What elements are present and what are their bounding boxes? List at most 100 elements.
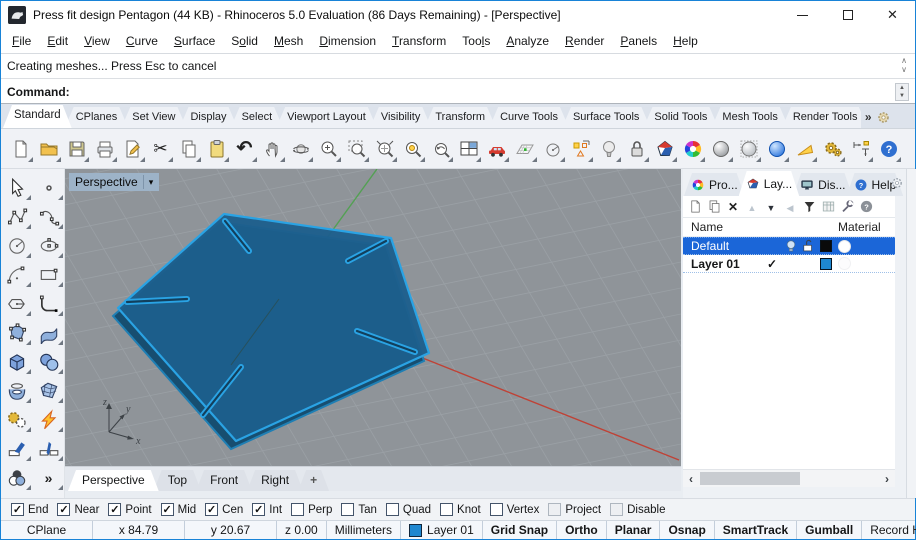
toolbar-tab[interactable]: Visibility <box>370 107 432 128</box>
status-pane[interactable]: y 20.67 <box>185 521 277 539</box>
scroll-right-icon[interactable]: › <box>879 472 895 486</box>
toolbar-button[interactable] <box>428 134 453 164</box>
sidebar-tool[interactable] <box>2 435 31 463</box>
layers-toolbar-button[interactable]: ? <box>857 197 875 216</box>
layers-toolbar-button[interactable]: ◀ <box>781 197 799 216</box>
toolbar-button[interactable] <box>176 134 201 164</box>
menu-item[interactable]: Dimension <box>311 31 384 51</box>
status-pane[interactable]: Gumball <box>797 521 863 539</box>
toolbar-button[interactable] <box>92 134 117 164</box>
toolbar-tab[interactable]: Transform <box>424 107 496 128</box>
layers-toolbar-button[interactable]: ▲ <box>743 197 761 216</box>
toolbar-tab[interactable]: Curve Tools <box>489 107 569 128</box>
layer-name[interactable]: Default <box>683 239 729 253</box>
toolbar-button[interactable] <box>372 134 397 164</box>
scroll-down-icon[interactable]: ∨ <box>901 65 907 75</box>
toolbar-button[interactable] <box>400 134 425 164</box>
scrollbar-thumb[interactable] <box>700 472 800 485</box>
menu-item[interactable]: Surface <box>166 31 223 51</box>
osnap-option[interactable]: ✓ Mid <box>160 503 196 516</box>
viewport-tab[interactable]: Perspective <box>68 470 159 491</box>
sidebar-tool[interactable] <box>2 232 31 260</box>
layers-toolbar-button[interactable] <box>819 197 837 216</box>
toolbar-button[interactable]: ↶ <box>232 134 257 164</box>
sidebar-tool[interactable] <box>2 174 31 202</box>
toolbar-button[interactable] <box>64 134 89 164</box>
checkbox[interactable]: ✓ <box>489 503 503 516</box>
sidebar-tool[interactable] <box>2 464 31 492</box>
toolbar-button[interactable] <box>652 134 677 164</box>
menu-item[interactable]: Transform <box>384 31 454 51</box>
toolbar-button[interactable] <box>792 134 817 164</box>
panel-tab[interactable]: Lay... <box>739 171 799 196</box>
panel-tab[interactable]: Dis... <box>793 173 852 196</box>
toolbar-tab[interactable]: Standard <box>3 105 72 128</box>
toolbar-button[interactable]: ✂ <box>148 134 173 164</box>
sidebar-tool[interactable] <box>34 174 63 202</box>
checkbox[interactable]: ✓ <box>11 503 24 516</box>
sidebar-tool[interactable] <box>2 319 31 347</box>
menu-item[interactable]: Tools <box>454 31 498 51</box>
checkbox[interactable]: ✓ <box>548 503 562 516</box>
layer-name[interactable]: Layer 01 <box>683 257 740 271</box>
toolbar-button[interactable] <box>456 134 481 164</box>
toolbar-tab[interactable]: Display <box>179 107 237 128</box>
toolbar-button[interactable] <box>120 134 145 164</box>
checkbox[interactable]: ✓ <box>341 503 355 516</box>
menu-item[interactable]: Render <box>557 31 612 51</box>
layers-toolbar-button[interactable]: ✕ <box>724 197 742 216</box>
checkbox[interactable]: ✓ <box>252 503 266 516</box>
osnap-option[interactable]: ✓ End <box>11 503 48 516</box>
toolbar-button[interactable] <box>568 134 593 164</box>
layers-toolbar-button[interactable] <box>686 197 704 216</box>
layers-horizontal-scrollbar[interactable]: ‹ › <box>683 469 895 487</box>
status-pane[interactable]: CPlane <box>1 521 93 539</box>
toolbar-tab[interactable]: Solid Tools <box>643 107 718 128</box>
osnap-option[interactable]: ✓ Perp <box>291 503 332 516</box>
checkbox[interactable]: ✓ <box>291 503 305 516</box>
sidebar-tool[interactable] <box>2 377 31 405</box>
toolbar-button[interactable] <box>36 134 61 164</box>
osnap-option[interactable]: ✓ Project <box>548 503 601 516</box>
viewport-perspective[interactable]: z y x Perspective ▾ <box>65 169 681 466</box>
checkbox[interactable]: ✓ <box>440 503 454 516</box>
viewport-tab[interactable]: Top <box>154 470 201 491</box>
viewport-title[interactable]: Perspective ▾ <box>69 173 160 191</box>
toolbar-button[interactable] <box>820 134 845 164</box>
spin-up-icon[interactable]: ▲ <box>896 83 908 92</box>
minimize-button[interactable] <box>780 1 825 29</box>
toolbar-button[interactable] <box>316 134 341 164</box>
sidebar-tool[interactable] <box>34 348 63 376</box>
panel-gear-icon[interactable] <box>890 176 904 190</box>
status-pane[interactable]: Layer 01 <box>401 521 483 539</box>
toolbar-tab[interactable]: Surface Tools <box>562 107 650 128</box>
toolbar-tab[interactable]: Set View <box>121 107 186 128</box>
command-history[interactable]: Creating meshes... Press Esc to cancel ∧… <box>1 54 915 79</box>
toolbar-tab[interactable]: Viewport Layout <box>276 107 377 128</box>
toolbar-button[interactable] <box>512 134 537 164</box>
osnap-option[interactable]: ✓ Quad <box>385 503 431 516</box>
checkbox[interactable]: ✓ <box>385 503 399 516</box>
current-layer-check-icon[interactable]: ✓ <box>767 257 777 271</box>
sidebar-tool[interactable]: » <box>34 464 63 492</box>
menu-item[interactable]: File <box>4 31 39 51</box>
checkbox[interactable]: ✓ <box>160 503 174 516</box>
viewport-tab[interactable]: Front <box>196 470 252 491</box>
layers-toolbar-button[interactable]: ▼ <box>762 197 780 216</box>
sidebar-tool[interactable] <box>34 377 63 405</box>
panel-tab[interactable]: Pro... <box>684 173 745 196</box>
layers-toolbar-button[interactable] <box>705 197 723 216</box>
layer-color-swatch[interactable] <box>820 240 832 252</box>
sidebar-tool[interactable] <box>34 203 63 231</box>
toolbar-button[interactable] <box>344 134 369 164</box>
tabbar-gear-icon[interactable] <box>876 110 891 125</box>
checkbox[interactable]: ✓ <box>108 503 122 516</box>
osnap-option[interactable]: ✓ Int <box>252 503 282 516</box>
status-pane[interactable]: x 84.79 <box>93 521 185 539</box>
column-name[interactable]: Name <box>691 220 723 234</box>
status-pane[interactable]: Record History <box>862 521 916 539</box>
sidebar-tool[interactable] <box>2 348 31 376</box>
layer-row[interactable]: Default ✓ <box>683 237 895 255</box>
command-spinner[interactable]: ▲ ▼ <box>895 82 909 101</box>
status-pane[interactable]: Ortho <box>557 521 607 539</box>
